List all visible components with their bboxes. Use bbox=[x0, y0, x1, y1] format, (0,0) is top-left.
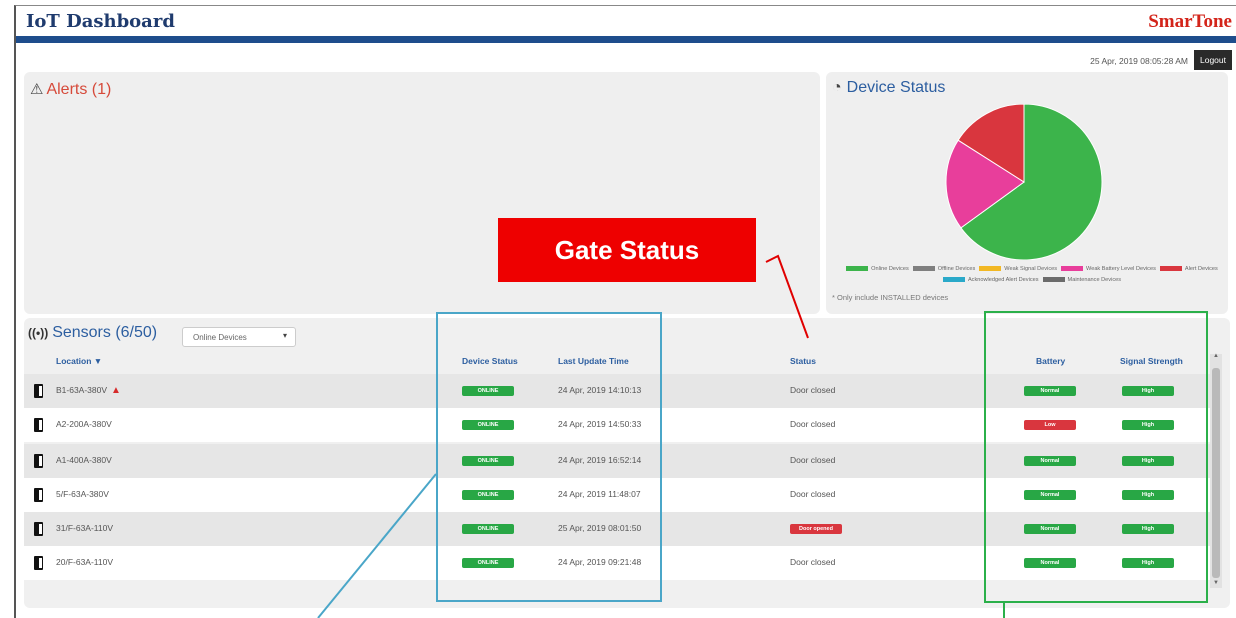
callout-lines bbox=[317, 254, 1005, 618]
device-status-callout-line bbox=[317, 473, 437, 618]
gate-callout-line bbox=[765, 254, 809, 339]
